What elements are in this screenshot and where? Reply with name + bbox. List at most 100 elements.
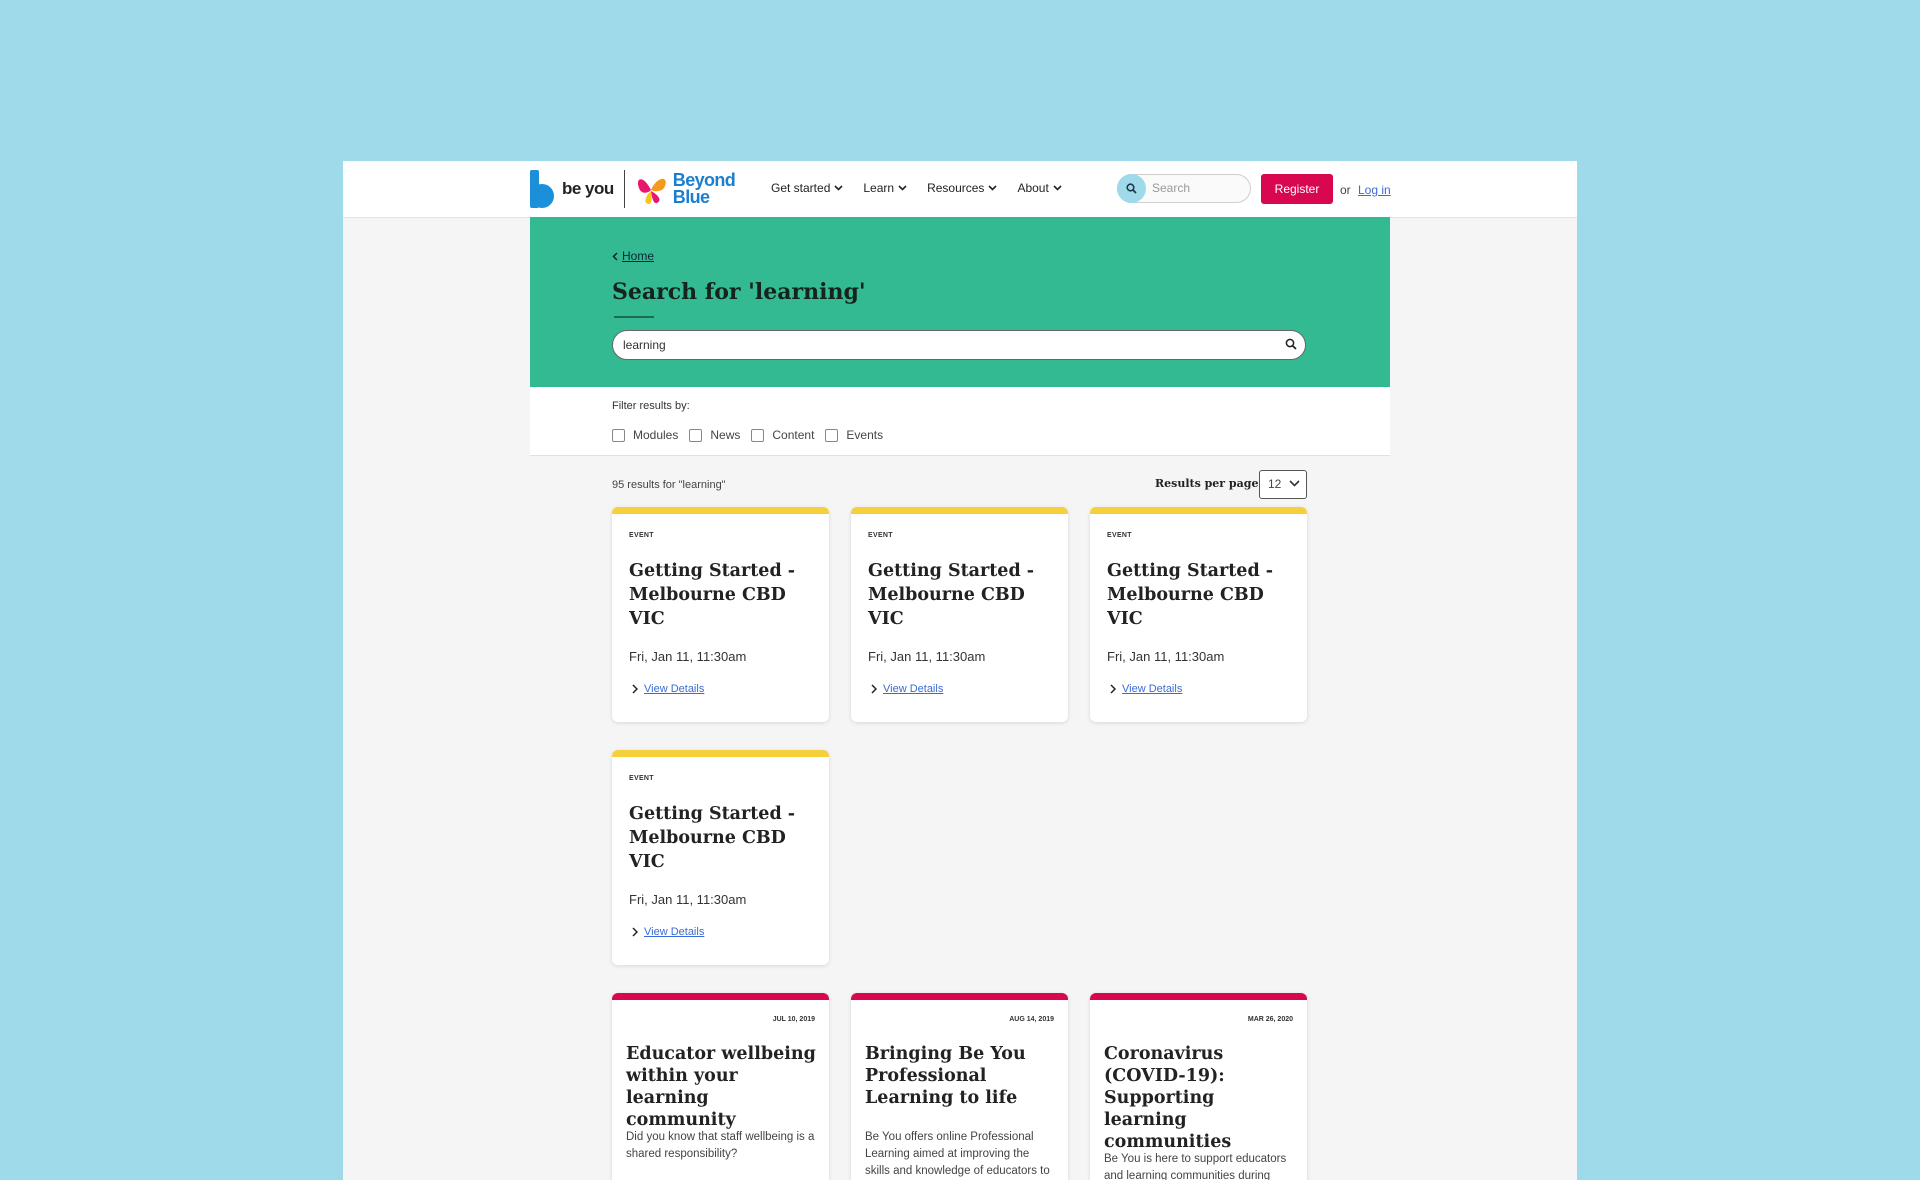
view-details-label[interactable]: View Details bbox=[644, 926, 704, 938]
view-details-label[interactable]: View Details bbox=[883, 683, 943, 695]
chevron-right-icon bbox=[632, 927, 638, 937]
view-details-link[interactable]: View Details bbox=[632, 926, 704, 938]
checkbox[interactable] bbox=[825, 428, 839, 442]
card-accent-bar bbox=[612, 993, 829, 1000]
breadcrumb[interactable]: Home bbox=[612, 249, 654, 263]
chevron-down-icon bbox=[1289, 480, 1300, 487]
card-date: Fri, Jan 11, 11:30am bbox=[629, 892, 747, 907]
card-type-label: EVENT bbox=[868, 532, 893, 539]
main-nav: Get started Learn Resources About bbox=[771, 181, 1082, 195]
card-title[interactable]: Getting Started - Melbourne CBD VIC bbox=[868, 559, 1053, 631]
card-title[interactable]: Getting Started - Melbourne CBD VIC bbox=[629, 559, 814, 631]
search-icon[interactable] bbox=[1285, 338, 1297, 350]
results-per-page-label: Results per page bbox=[1155, 477, 1259, 490]
search-icon[interactable] bbox=[1117, 174, 1146, 203]
card-type-label: EVENT bbox=[629, 775, 654, 782]
card-type-label: EVENT bbox=[629, 532, 654, 539]
login-link[interactable]: Log in bbox=[1358, 183, 1391, 197]
checkbox[interactable] bbox=[612, 428, 625, 442]
filter-events-label: Events bbox=[846, 428, 884, 442]
view-details-link[interactable]: View Details bbox=[871, 683, 943, 695]
view-details-link[interactable]: View Details bbox=[1110, 683, 1182, 695]
card-date: Fri, Jan 11, 11:30am bbox=[629, 649, 747, 664]
card-title[interactable]: Getting Started - Melbourne CBD VIC bbox=[1107, 559, 1292, 631]
nav-get-started-label: Get started bbox=[771, 181, 831, 195]
header-search-input[interactable] bbox=[1150, 180, 1246, 196]
filter-options: Modules News Content Events bbox=[612, 428, 894, 442]
card-description: Be You is here to support educators and … bbox=[1104, 1153, 1287, 1180]
card-title[interactable]: Bringing Be You Professional Learning to… bbox=[865, 1043, 1060, 1109]
article-card[interactable]: JUL 10, 2019 Educator wellbeing within y… bbox=[612, 993, 829, 1180]
card-accent-bar bbox=[851, 993, 1068, 1000]
card-title[interactable]: Coronavirus (COVID-19): Supporting learn… bbox=[1104, 1043, 1299, 1153]
view-details-link[interactable]: View Details bbox=[632, 683, 704, 695]
event-card[interactable]: EVENT Getting Started - Melbourne CBD VI… bbox=[612, 507, 829, 722]
nav-learn-label: Learn bbox=[863, 181, 895, 195]
event-card[interactable]: EVENT Getting Started - Melbourne CBD VI… bbox=[1090, 507, 1307, 722]
checkbox[interactable] bbox=[751, 428, 765, 442]
card-date: AUG 14, 2019 bbox=[1009, 1016, 1054, 1023]
card-date: Fri, Jan 11, 11:30am bbox=[1107, 649, 1225, 664]
header-search[interactable] bbox=[1117, 174, 1251, 203]
filter-events[interactable]: Events bbox=[825, 428, 883, 442]
view-details-label[interactable]: View Details bbox=[644, 683, 704, 695]
main-search[interactable] bbox=[612, 330, 1306, 360]
register-button[interactable]: Register bbox=[1261, 174, 1333, 204]
logo-divider bbox=[623, 170, 625, 208]
article-card[interactable]: MAR 26, 2020 Coronavirus (COVID-19): Sup… bbox=[1090, 993, 1307, 1180]
results-per-page-value: 12 bbox=[1268, 477, 1282, 491]
filter-modules[interactable]: Modules bbox=[612, 428, 678, 442]
card-description: Did you know that staff wellbeing is a s… bbox=[626, 1131, 815, 1160]
search-hero: Home Search for 'learning' bbox=[530, 217, 1390, 387]
browser-window: be you Beyond Blue Get started Learn Res… bbox=[343, 161, 1577, 1180]
be-you-logo-icon bbox=[530, 170, 554, 208]
site-header: be you Beyond Blue Get started Learn Res… bbox=[343, 161, 1577, 218]
card-date: MAR 26, 2020 bbox=[1247, 1016, 1293, 1023]
event-card[interactable]: EVENT Getting Started - Melbourne CBD VI… bbox=[851, 507, 1068, 722]
title-underline bbox=[614, 316, 654, 318]
card-title[interactable]: Getting Started - Melbourne CBD VIC bbox=[629, 802, 814, 874]
card-accent-bar bbox=[1090, 993, 1307, 1000]
or-text: or bbox=[1340, 183, 1351, 197]
chevron-down-icon bbox=[1053, 185, 1062, 191]
chevron-right-icon bbox=[632, 684, 638, 694]
card-date: JUL 10, 2019 bbox=[772, 1016, 815, 1023]
card-description: Be You offers online Professional Learni… bbox=[865, 1131, 1050, 1177]
filter-content[interactable]: Content bbox=[751, 428, 814, 442]
butterfly-icon bbox=[637, 178, 666, 204]
view-details-label[interactable]: View Details bbox=[1122, 683, 1182, 695]
main-search-input[interactable] bbox=[621, 337, 1265, 353]
chevron-down-icon bbox=[834, 185, 843, 191]
nav-get-started[interactable]: Get started bbox=[771, 181, 843, 195]
chevron-left-icon bbox=[612, 251, 618, 261]
nav-learn[interactable]: Learn bbox=[863, 181, 907, 195]
event-card[interactable]: EVENT Getting Started - Melbourne CBD VI… bbox=[612, 750, 829, 965]
nav-about[interactable]: About bbox=[1017, 181, 1062, 195]
chevron-down-icon bbox=[898, 185, 907, 191]
filter-news[interactable]: News bbox=[689, 428, 740, 442]
chevron-right-icon bbox=[871, 684, 877, 694]
card-type-label: EVENT bbox=[1107, 532, 1132, 539]
page-title: Search for 'learning' bbox=[612, 279, 866, 305]
filter-news-label: News bbox=[710, 428, 741, 442]
checkbox[interactable] bbox=[689, 428, 703, 442]
results-per-page-select[interactable]: 12 bbox=[1259, 470, 1307, 499]
breadcrumb-home[interactable]: Home bbox=[622, 249, 654, 263]
nav-resources[interactable]: Resources bbox=[927, 181, 998, 195]
card-accent-bar bbox=[851, 507, 1068, 514]
nav-about-label: About bbox=[1017, 181, 1049, 195]
chevron-down-icon bbox=[988, 185, 998, 191]
filter-modules-label: Modules bbox=[633, 428, 679, 442]
beyond-blue-logo-text: Beyond Blue bbox=[672, 170, 736, 207]
be-you-logo-text: be you bbox=[562, 179, 614, 198]
card-title[interactable]: Educator wellbeing within your learning … bbox=[626, 1043, 821, 1131]
card-accent-bar bbox=[612, 750, 829, 757]
filter-label: Filter results by: bbox=[612, 400, 690, 412]
card-accent-bar bbox=[1090, 507, 1307, 514]
chevron-right-icon bbox=[1110, 684, 1116, 694]
nav-resources-label: Resources bbox=[927, 181, 985, 195]
card-date: Fri, Jan 11, 11:30am bbox=[868, 649, 986, 664]
logo[interactable]: be you Beyond Blue bbox=[530, 169, 736, 209]
article-card[interactable]: AUG 14, 2019 Bringing Be You Professiona… bbox=[851, 993, 1068, 1180]
filter-content-label: Content bbox=[772, 428, 815, 442]
